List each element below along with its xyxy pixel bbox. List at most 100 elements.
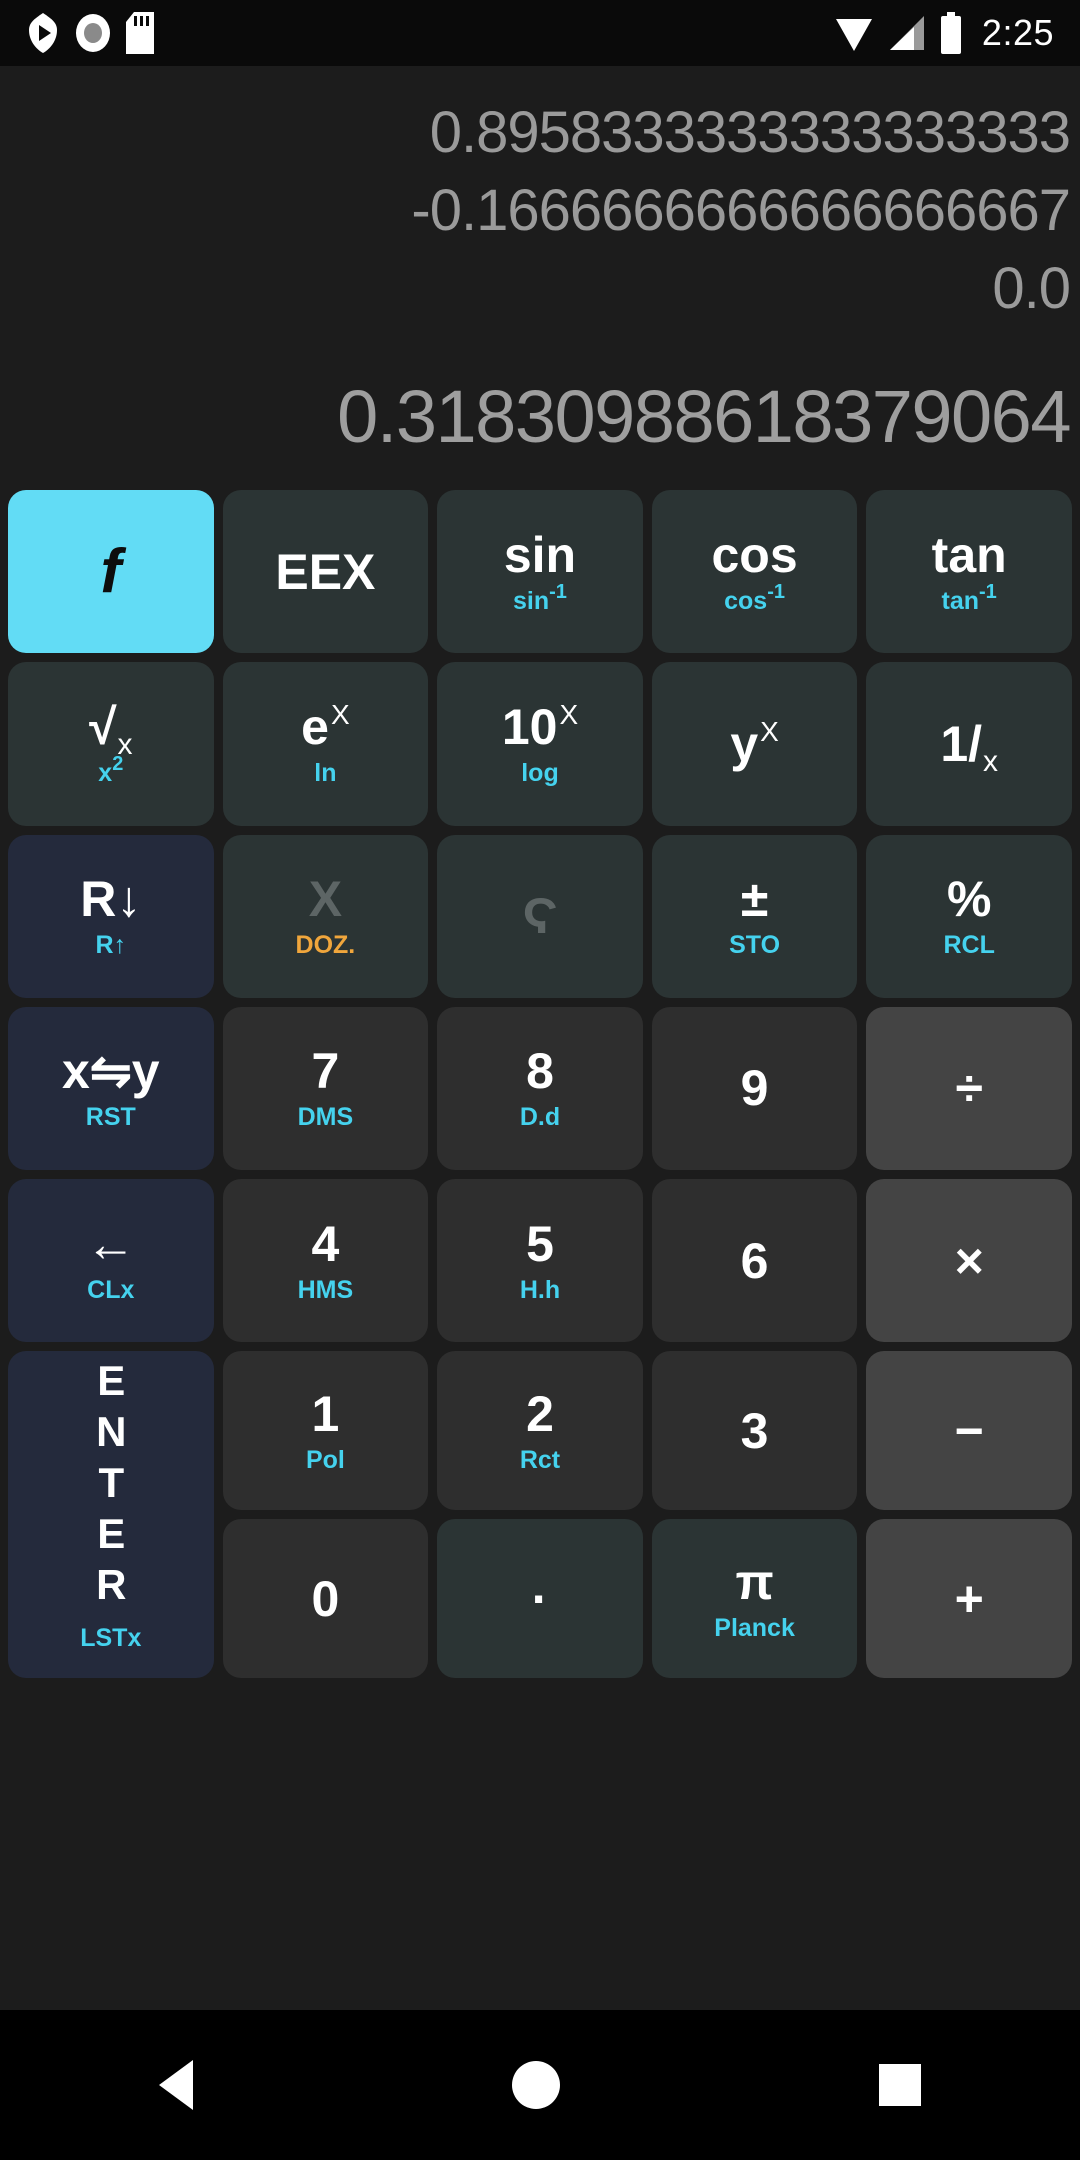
- key-percent[interactable]: % RCL: [866, 834, 1072, 998]
- key-reciprocal[interactable]: 1/x: [866, 662, 1072, 826]
- key-roll-up-shift-label: R↑: [95, 931, 127, 960]
- key-decimal-point[interactable]: ·: [437, 1519, 643, 1678]
- android-navigation-bar: [0, 2010, 1080, 2160]
- key-backspace[interactable]: ← CLx: [8, 1179, 214, 1343]
- key-pi[interactable]: π Planck: [651, 1519, 858, 1678]
- key-chi-doz[interactable]: Χ DOZ.: [222, 834, 429, 998]
- key-sin-shift-label: sin-1: [513, 580, 567, 615]
- key-digit-2-label: 2: [526, 1385, 554, 1442]
- key-sigma[interactable]: Ϛ: [437, 834, 643, 998]
- stack-register-z: -0.1666666666666666667: [411, 178, 1071, 243]
- key-reciprocal-label: 1/x: [940, 715, 999, 778]
- key-digit-4[interactable]: 4 HMS: [222, 1179, 429, 1343]
- key-enter-label: ENTER: [87, 1357, 135, 1613]
- key-plus-label: +: [954, 1570, 984, 1627]
- key-planck-shift-label: Planck: [714, 1613, 795, 1642]
- key-digit-9[interactable]: 9: [651, 1006, 858, 1171]
- cell-signal-icon: [889, 16, 924, 50]
- key-percent-label: %: [946, 871, 992, 928]
- stack-register-y: 0.0: [992, 256, 1071, 321]
- key-sqrt-x-shift-label: x2: [98, 752, 124, 787]
- key-cos-shift-label: cos-1: [724, 580, 786, 615]
- key-ten-pow-x[interactable]: 10 X log: [437, 662, 643, 826]
- key-sqrt-x-label: √ x: [89, 698, 133, 761]
- back-nav-icon[interactable]: [159, 2060, 194, 2110]
- key-cos[interactable]: cos cos-1: [651, 490, 858, 654]
- keypad-row-3: R↓ R↑ Χ DOZ. Ϛ ± STO % RCL: [8, 834, 1072, 998]
- keypad-rows-6-7: ENTER LSTx 1 Pol 0 2 Rct · 3 π Planck − …: [8, 1351, 1072, 1678]
- key-digit-1-label: 1: [311, 1385, 340, 1442]
- stack-register-t: 0.8958333333333333333: [429, 100, 1071, 165]
- key-minus-label: −: [954, 1402, 984, 1459]
- keypad-row-2: √ x x2 eX ln 10 X log yX 1/x: [8, 662, 1072, 826]
- key-plus-minus-label: ±: [740, 871, 769, 928]
- key-digit-8-label: 8: [526, 1043, 554, 1100]
- key-rct-shift-label: Rct: [519, 1445, 561, 1474]
- key-y-pow-x[interactable]: yX: [651, 662, 858, 826]
- key-tan-label: tan: [931, 526, 1007, 583]
- key-enter[interactable]: ENTER LSTx: [8, 1351, 214, 1678]
- key-sqrt-x[interactable]: √ x x2: [8, 662, 214, 826]
- key-digit-2[interactable]: 2 Rct: [437, 1351, 643, 1511]
- key-cos-label: cos: [711, 526, 798, 583]
- key-y-pow-x-label: yX: [730, 715, 779, 772]
- key-digit-6[interactable]: 6: [651, 1179, 858, 1343]
- key-doz-shift-label: DOZ.: [295, 931, 356, 960]
- home-nav-icon[interactable]: [511, 2061, 560, 2109]
- key-sin[interactable]: sin sin-1: [437, 490, 643, 654]
- key-minus[interactable]: −: [866, 1351, 1072, 1511]
- key-digit-0-label: 0: [311, 1570, 340, 1627]
- status-bar: 2:25: [0, 0, 1080, 66]
- key-eex[interactable]: EEX: [222, 490, 429, 654]
- key-clx-shift-label: CLx: [87, 1275, 135, 1304]
- wifi-icon: [835, 19, 872, 51]
- record-icon: [76, 14, 110, 52]
- key-ten-pow-x-shift-label: log: [521, 758, 559, 787]
- backspace-arrow-icon: ←: [85, 1215, 136, 1272]
- keypad-row-1: f EEX sin sin-1 cos cos-1 tan tan-1: [8, 490, 1072, 654]
- sd-card-icon: [126, 12, 154, 54]
- key-digit-0[interactable]: 0: [222, 1519, 429, 1678]
- key-chi-label: Χ: [308, 871, 343, 928]
- key-plus-minus[interactable]: ± STO: [651, 834, 858, 998]
- key-dms-shift-label: DMS: [297, 1103, 354, 1132]
- key-roll-down[interactable]: R↓ R↑: [8, 834, 214, 998]
- key-rcl-shift-label: RCL: [943, 931, 995, 960]
- key-digit-5-label: 5: [526, 1215, 554, 1272]
- key-plus[interactable]: +: [866, 1519, 1072, 1678]
- key-ten-pow-x-label: 10 X: [501, 698, 579, 755]
- key-swap-xy-label: x⇋y: [62, 1043, 160, 1100]
- key-sin-label: sin: [503, 526, 577, 583]
- recents-nav-icon[interactable]: [878, 2064, 921, 2106]
- key-f-shift[interactable]: f: [8, 490, 214, 654]
- key-sto-shift-label: STO: [729, 931, 781, 960]
- key-tan[interactable]: tan tan-1: [866, 490, 1072, 654]
- key-eex-label: EEX: [275, 543, 376, 600]
- key-digit-8[interactable]: 8 D.d: [437, 1006, 643, 1171]
- key-digit-7[interactable]: 7 DMS: [222, 1006, 429, 1171]
- key-dd-shift-label: D.d: [519, 1103, 561, 1132]
- key-digit-1[interactable]: 1 Pol: [222, 1351, 429, 1511]
- phone-screen: 2:25 0.8958333333333333333 -0.1666666666…: [0, 0, 1080, 2160]
- keypad-row-5: ← CLx 4 HMS 5 H.h 6 ×: [8, 1179, 1072, 1343]
- key-e-pow-x[interactable]: eX ln: [222, 662, 429, 826]
- key-hh-shift-label: H.h: [519, 1275, 561, 1304]
- key-pi-label: π: [735, 1553, 774, 1610]
- calculator-display[interactable]: 0.8958333333333333333 -0.166666666666666…: [0, 66, 1080, 484]
- key-digit-3[interactable]: 3: [651, 1351, 858, 1511]
- key-swap-xy[interactable]: x⇋y RST: [8, 1006, 214, 1171]
- key-digit-7-label: 7: [311, 1043, 340, 1100]
- key-tan-shift-label: tan-1: [941, 580, 997, 615]
- key-digit-5[interactable]: 5 H.h: [437, 1179, 643, 1343]
- key-digit-9-label: 9: [740, 1060, 769, 1117]
- key-divide[interactable]: ÷: [866, 1006, 1072, 1171]
- key-lstx-shift-label: LSTx: [80, 1624, 142, 1653]
- stack-register-x: 0.31830988618379064: [337, 375, 1071, 458]
- key-digit-3-label: 3: [740, 1402, 769, 1459]
- key-e-pow-x-label: eX: [301, 698, 350, 755]
- key-hms-shift-label: HMS: [297, 1275, 354, 1304]
- key-roll-down-label: R↓: [80, 871, 142, 928]
- play-badge-icon: [29, 13, 57, 53]
- key-multiply[interactable]: ×: [866, 1179, 1072, 1343]
- key-pol-shift-label: Pol: [305, 1445, 345, 1474]
